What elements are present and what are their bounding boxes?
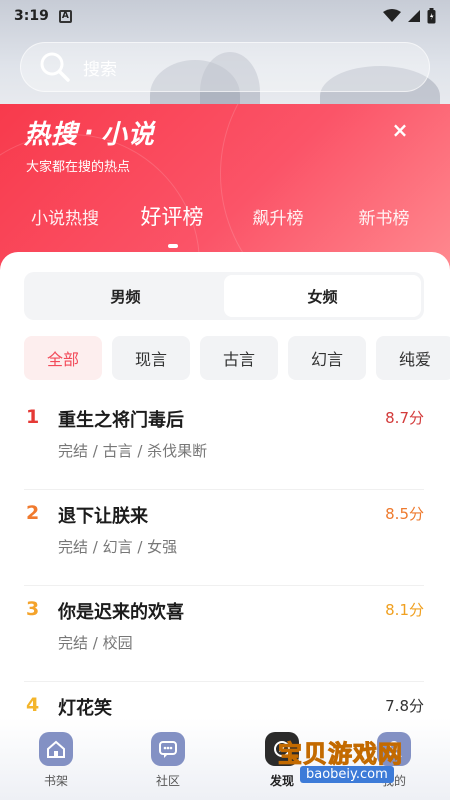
list-item[interactable]: 1 重生之将门毒后 完结 / 古言 / 杀伐果断 8.7分 — [24, 394, 424, 490]
book-rank: 2 — [26, 502, 40, 524]
list-item[interactable]: 2 退下让朕来 完结 / 幻言 / 女强 8.5分 — [24, 490, 424, 586]
book-title: 重生之将门毒后 — [58, 410, 184, 431]
gender-male-option[interactable]: 男频 — [27, 275, 224, 317]
book-score: 8.7分 — [385, 409, 424, 427]
genre-filter-row: 全部 现言 古言 幻言 纯爱 — [24, 336, 450, 380]
panel-subtitle: 大家都在搜的热点 — [26, 160, 131, 175]
genre-chip-fantasy[interactable]: 幻言 — [288, 336, 366, 380]
book-meta: 完结 / 幻言 / 女强 — [58, 538, 178, 556]
tab-bookshelf[interactable]: 书架 — [26, 732, 86, 789]
genre-chip-modern[interactable]: 现言 — [112, 336, 190, 380]
tab-novel-hot[interactable]: 小说热搜 — [31, 204, 99, 229]
home-icon — [39, 732, 73, 766]
rank-tabs: 小说热搜 好评榜 飙升榜 新书榜 — [0, 204, 450, 244]
tab-rising[interactable]: 飙升榜 — [253, 204, 304, 229]
list-item[interactable]: 3 你是迟来的欢喜 完结 / 校园 8.1分 — [24, 586, 424, 682]
book-title: 退下让朕来 — [58, 506, 148, 527]
book-rank: 4 — [26, 694, 40, 716]
chat-icon — [151, 732, 185, 766]
tab-indicator — [168, 244, 178, 248]
watermark: 宝贝游戏网 baobeiy.com — [272, 730, 422, 790]
genre-chip-all[interactable]: 全部 — [24, 336, 102, 380]
wifi-icon — [383, 9, 401, 22]
tab-community-label: 社区 — [155, 774, 180, 788]
book-rank: 3 — [26, 598, 40, 620]
status-icons — [383, 8, 436, 24]
decor-circle — [220, 104, 450, 274]
watermark-text: 宝贝游戏网 — [278, 740, 403, 769]
gender-toggle: 男频 女频 — [24, 272, 424, 320]
search-icon — [40, 52, 70, 82]
panel-title-hot: 热搜 — [24, 120, 79, 150]
panel-title-separator: · — [84, 117, 95, 148]
book-rank: 1 — [26, 406, 40, 428]
genre-chip-bl[interactable]: 纯爱 — [376, 336, 450, 380]
search-bar[interactable]: 搜索 — [20, 42, 430, 92]
tab-bookshelf-label: 书架 — [43, 774, 68, 788]
battery-icon — [427, 8, 436, 24]
gender-female-option[interactable]: 女频 — [224, 275, 421, 317]
book-score: 8.1分 — [385, 601, 424, 619]
panel-title: 热搜 · 小说 — [24, 114, 155, 151]
panel-title-novel: 小说 — [100, 120, 155, 150]
book-title: 你是迟来的欢喜 — [58, 602, 184, 623]
notification-icon: A — [58, 9, 72, 23]
tab-top-rated[interactable]: 好评榜 — [141, 201, 204, 231]
book-score: 8.5分 — [385, 505, 424, 523]
book-meta: 完结 / 古言 / 杀伐果断 — [58, 442, 208, 460]
close-icon[interactable]: × — [388, 118, 412, 142]
tab-community[interactable]: 社区 — [138, 732, 198, 789]
tab-new-books[interactable]: 新书榜 — [359, 204, 410, 229]
watermark-url: baobeiy.com — [300, 766, 394, 783]
genre-chip-ancient[interactable]: 古言 — [200, 336, 278, 380]
book-score: 7.8分 — [385, 697, 424, 715]
book-meta: 完结 / 校园 — [58, 634, 133, 652]
signal-icon — [408, 10, 420, 22]
status-bar: 3:19 A — [0, 0, 450, 32]
status-time: 3:19 — [14, 8, 49, 24]
hot-search-panel: 热搜 · 小说 大家都在搜的热点 × 小说热搜 好评榜 飙升榜 新书榜 — [0, 104, 450, 274]
search-placeholder: 搜索 — [83, 59, 117, 80]
book-title: 灯花笑 — [58, 698, 112, 719]
